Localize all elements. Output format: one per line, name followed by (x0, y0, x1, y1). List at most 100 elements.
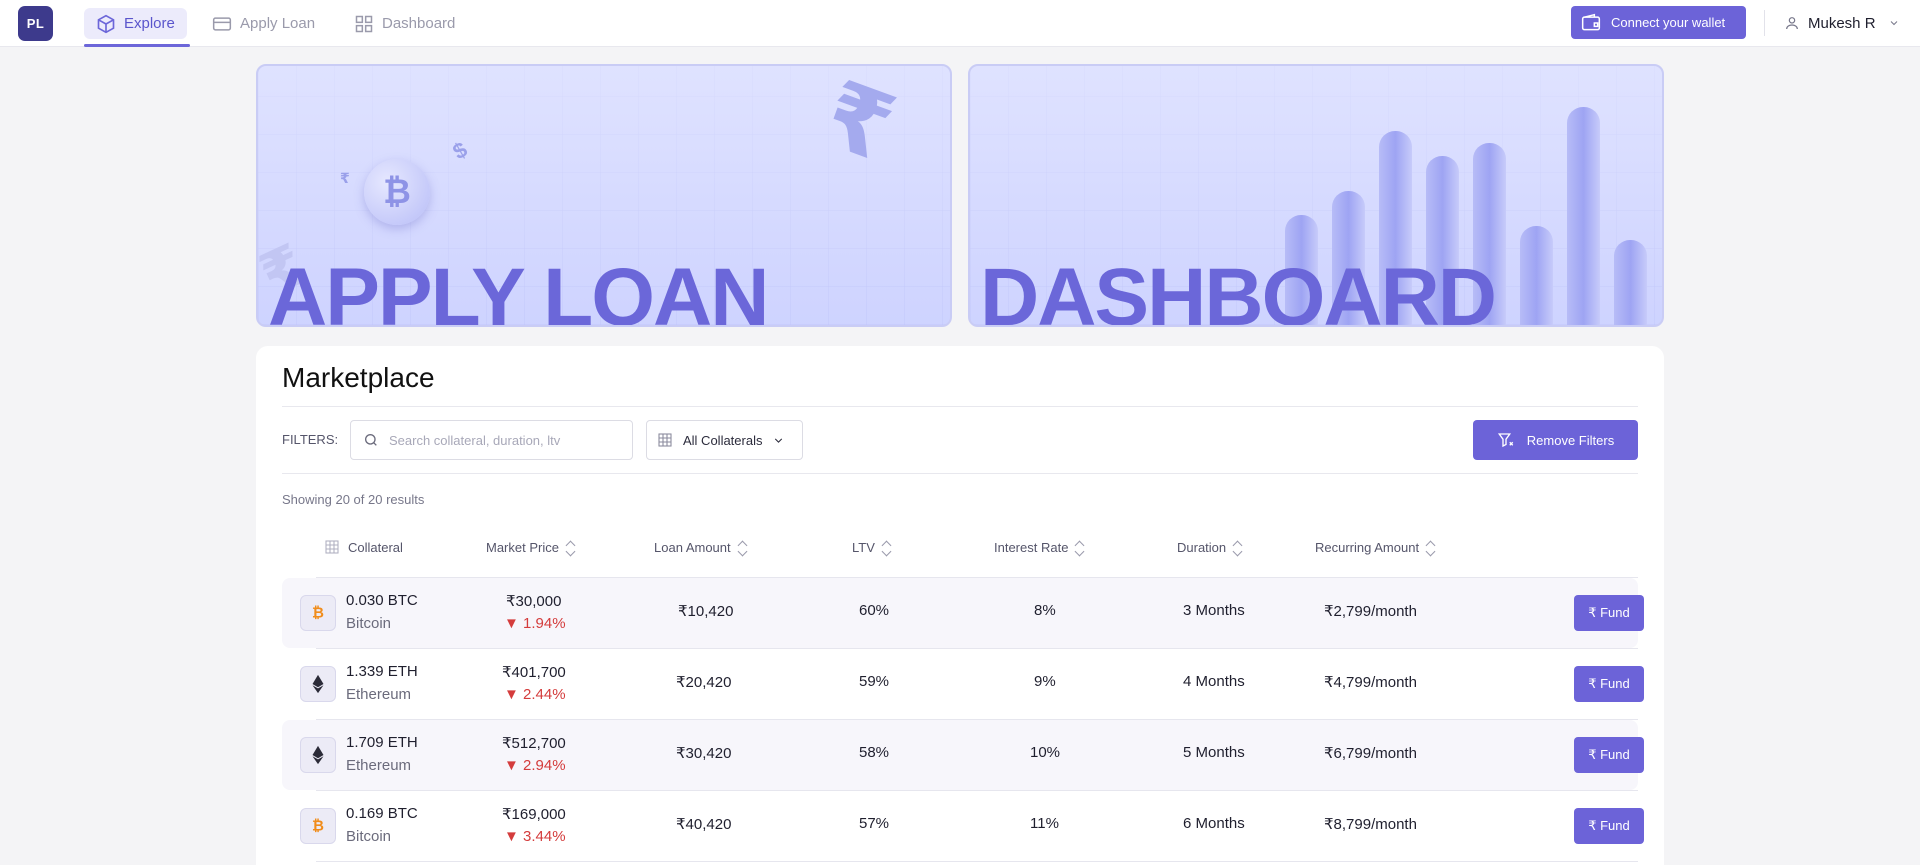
column-label: Market Price (486, 539, 559, 555)
market-price: ₹30,000 (506, 593, 562, 610)
duration: 5 Months (1183, 744, 1245, 761)
apply-loan-banner[interactable]: ₿ ₹ $ ₹ ₹ APPLY LOAN (256, 64, 952, 327)
table-row[interactable]: 1.709 ETH Ethereum ₹512,700 ▼ 2.94% ₹30,… (282, 720, 1644, 790)
loan-amount: ₹40,420 (676, 816, 732, 833)
fund-button[interactable]: ₹ Fund (1574, 666, 1644, 702)
interest-rate: 10% (1030, 744, 1061, 761)
tab-explore[interactable]: Explore (84, 8, 187, 39)
price-change: ▼ 3.44% (504, 828, 566, 845)
ltv-value: 60% (859, 602, 890, 619)
loan-amount: ₹30,420 (676, 745, 732, 762)
decor-bar (1614, 240, 1647, 325)
duration: 6 Months (1183, 815, 1245, 832)
active-tab-indicator (84, 44, 190, 47)
column-market-price[interactable]: Market Price (486, 532, 576, 562)
divider (282, 406, 1638, 407)
column-label: Recurring Amount (1315, 539, 1420, 555)
interest-rate: 8% (1034, 602, 1056, 619)
recurring-amount: ₹4,799/month (1324, 674, 1417, 691)
apply-loan-banner-title: APPLY LOAN (268, 252, 769, 327)
rupee-symbol-icon: ₹ (811, 64, 907, 181)
interest-rate: 11% (1030, 815, 1059, 832)
filters-label: FILTERS: (282, 432, 339, 447)
user-name: Mukesh R (1808, 14, 1876, 32)
column-label: Loan Amount (654, 539, 731, 555)
column-loan-amount[interactable]: Loan Amount (654, 532, 748, 562)
table-row[interactable]: 1.339 ETH Ethereum ₹401,700 ▼ 2.44% ₹20,… (282, 649, 1644, 719)
sort-icon (1232, 539, 1243, 557)
connect-wallet-label: Connect your wallet (1611, 15, 1726, 30)
collateral-select-value: All Collaterals (683, 432, 763, 448)
ltv-value: 58% (859, 744, 890, 761)
table-icon (658, 433, 672, 447)
collateral-asset: Bitcoin (346, 828, 392, 845)
table-row[interactable]: ₿ 0.030 BTC Bitcoin ₹30,000 ▼ 1.94% ₹10,… (282, 578, 1644, 648)
tab-apply-loan-label: Apply Loan (240, 15, 316, 32)
sort-icon (565, 539, 576, 557)
fund-button[interactable]: ₹ Fund (1574, 737, 1644, 773)
collateral-asset: Ethereum (346, 757, 412, 774)
collateral-asset: Bitcoin (346, 615, 392, 632)
price-change: ▼ 1.94% (504, 615, 566, 632)
recurring-amount: ₹2,799/month (1324, 603, 1417, 620)
divider (1764, 10, 1765, 36)
svg-text:₿: ₿ (312, 818, 324, 835)
search-icon (365, 434, 377, 446)
column-interest-rate[interactable]: Interest Rate (994, 532, 1085, 562)
sort-icon (1074, 539, 1085, 557)
connect-wallet-button[interactable]: Connect your wallet (1571, 6, 1746, 39)
bitcoin-icon: ₿ (300, 808, 336, 844)
search-input[interactable]: Search collateral, duration, ltv (350, 420, 633, 460)
user-icon (1786, 17, 1798, 30)
search-placeholder: Search collateral, duration, ltv (389, 432, 561, 448)
fund-button[interactable]: ₹ Fund (1574, 595, 1644, 631)
column-collateral[interactable]: Collateral (324, 532, 403, 562)
svg-text:₿: ₿ (312, 605, 324, 622)
row-divider (316, 861, 1638, 862)
collateral-amount: 0.030 BTC (346, 592, 418, 609)
decor-bar (1567, 107, 1600, 325)
chevron-down-icon (1890, 21, 1897, 26)
column-duration[interactable]: Duration (1177, 532, 1243, 562)
page-title: Marketplace (282, 362, 435, 393)
cube-icon (97, 14, 115, 33)
column-label: Interest Rate (994, 539, 1069, 555)
top-navbar: PL Explore Apply Loan Dashboard Connect … (0, 0, 1920, 47)
marketplace-card: Marketplace FILTERS: Search collateral, … (256, 346, 1664, 865)
tab-apply-loan[interactable]: Apply Loan (200, 8, 327, 39)
column-label: Duration (1177, 539, 1227, 555)
price-change: ▼ 2.94% (504, 757, 566, 774)
table-header: Collateral Market Price Loan Amount LTV … (282, 532, 1638, 562)
column-label: LTV (852, 539, 875, 555)
card-icon (212, 16, 232, 31)
dashboard-banner[interactable]: DASHBOARD (968, 64, 1664, 327)
recurring-amount: ₹6,799/month (1324, 745, 1417, 762)
tab-dashboard[interactable]: Dashboard (342, 8, 467, 39)
remove-filters-label: Remove Filters (1526, 432, 1615, 448)
duration: 4 Months (1183, 673, 1245, 690)
app-logo[interactable]: PL (18, 6, 53, 41)
dollar-symbol-icon: $ (448, 136, 472, 165)
wallet-icon (1581, 13, 1601, 30)
fund-button[interactable]: ₹ Fund (1574, 808, 1644, 844)
remove-filters-button[interactable]: Remove Filters (1473, 420, 1638, 460)
decor-bar (1520, 226, 1553, 325)
duration: 3 Months (1183, 602, 1245, 619)
divider (282, 473, 1638, 474)
recurring-amount: ₹8,799/month (1324, 816, 1417, 833)
collateral-select[interactable]: All Collaterals (646, 420, 803, 460)
table-row[interactable]: ₿ 0.169 BTC Bitcoin ₹169,000 ▼ 3.44% ₹40… (282, 791, 1644, 861)
collateral-asset: Ethereum (346, 686, 412, 703)
tab-explore-label: Explore (124, 15, 175, 32)
chevron-down-icon (775, 437, 783, 443)
column-ltv[interactable]: LTV (852, 532, 892, 562)
column-recurring-amount[interactable]: Recurring Amount (1315, 532, 1436, 562)
bitcoin-coin-icon: ₿ (364, 159, 430, 225)
interest-rate: 9% (1034, 673, 1056, 690)
market-price: ₹512,700 (502, 735, 566, 752)
market-price: ₹401,700 (502, 664, 566, 681)
loan-amount: ₹20,420 (676, 674, 732, 691)
grid-icon (355, 15, 373, 32)
user-menu[interactable]: Mukesh R (1784, 12, 1900, 34)
ethereum-icon (300, 666, 336, 702)
